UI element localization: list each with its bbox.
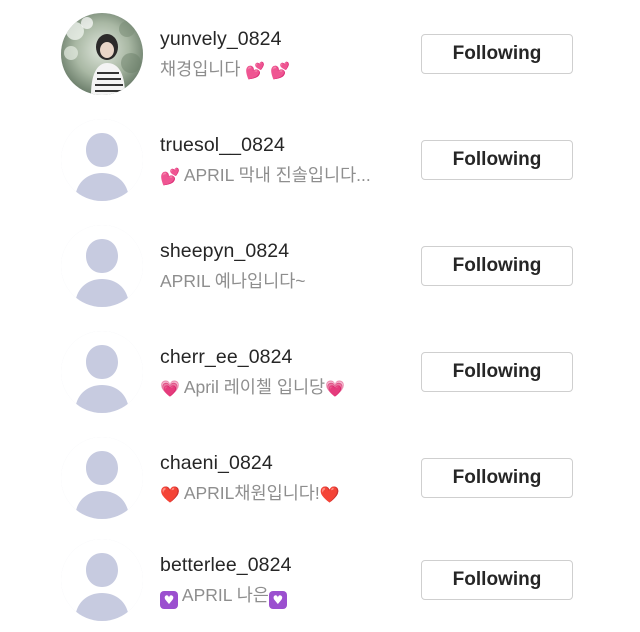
default-person-icon <box>61 119 143 201</box>
bio-text: 채경입니다 <box>160 59 241 79</box>
two-hearts-icon: 💕 <box>160 167 180 186</box>
following-button[interactable]: Following <box>421 458 573 498</box>
following-button[interactable]: Following <box>421 352 573 392</box>
username[interactable]: yunvely_0824 <box>160 28 282 51</box>
bio: ❤️ APRIL채원입니다!❤️ <box>160 480 340 505</box>
bio-text: APRIL 나은 <box>181 585 269 605</box>
username[interactable]: sheepyn_0824 <box>160 240 289 263</box>
bio: 💕 APRIL 막내 진솔입니다... <box>160 162 371 187</box>
list-item[interactable]: betterlee_0824 ♥ APRIL 나은♥ 💟 💟 Following <box>0 526 640 632</box>
avatar[interactable] <box>61 119 143 201</box>
list-item[interactable]: yunvely_0824 채경입니다 💕 💕 Following <box>0 0 640 106</box>
list-item[interactable]: truesol__0824 💕 APRIL 막내 진솔입니다... Follow… <box>0 106 640 212</box>
username[interactable]: truesol__0824 <box>160 134 285 157</box>
avatar[interactable] <box>61 225 143 307</box>
default-person-icon <box>61 331 143 413</box>
following-button[interactable]: Following <box>421 246 573 286</box>
bio: ♥ APRIL 나은♥ 💟 💟 <box>160 582 287 609</box>
following-button[interactable]: Following <box>421 140 573 180</box>
avatar[interactable] <box>61 539 143 621</box>
bio-text: APRIL 막내 진솔입니다... <box>183 165 371 185</box>
bio-text: April 레이첼 입니당 <box>183 377 326 397</box>
bio: 채경입니다 💕 💕 <box>160 56 290 81</box>
username[interactable]: betterlee_0824 <box>160 554 292 577</box>
two-hearts-icon: 💕 💕 <box>245 61 291 80</box>
red-heart-icon: ❤️ <box>160 485 180 504</box>
default-person-icon <box>61 225 143 307</box>
following-list: yunvely_0824 채경입니다 💕 💕 Following truesol… <box>0 0 640 632</box>
default-person-icon <box>61 539 143 621</box>
avatar[interactable] <box>61 331 143 413</box>
avatar[interactable] <box>61 13 143 95</box>
bio: APRIL 예나입니다~ <box>160 268 306 293</box>
heart-decoration-icon: ♥ <box>160 591 178 609</box>
following-button[interactable]: Following <box>421 34 573 74</box>
list-item[interactable]: cherr_ee_0824 💗 April 레이첼 입니당💗 Following <box>0 318 640 424</box>
username[interactable]: cherr_ee_0824 <box>160 346 293 369</box>
heart-decoration-icon: ♥ <box>268 591 287 609</box>
default-person-icon <box>61 437 143 519</box>
bio-text: APRIL 예나입니다~ <box>160 271 306 291</box>
red-heart-icon: ❤️ <box>319 485 340 504</box>
bio-text: APRIL채원입니다! <box>183 483 320 503</box>
following-button[interactable]: Following <box>421 560 573 600</box>
avatar[interactable] <box>61 437 143 519</box>
bio: 💗 April 레이첼 입니당💗 <box>160 374 345 399</box>
list-item[interactable]: chaeni_0824 ❤️ APRIL채원입니다!❤️ Following <box>0 424 640 530</box>
profile-photo <box>61 13 143 95</box>
list-item[interactable]: sheepyn_0824 APRIL 예나입니다~ Following <box>0 212 640 318</box>
sparkling-heart-icon: 💗 <box>160 379 180 398</box>
username[interactable]: chaeni_0824 <box>160 452 273 475</box>
sparkling-heart-icon: 💗 <box>325 379 346 398</box>
